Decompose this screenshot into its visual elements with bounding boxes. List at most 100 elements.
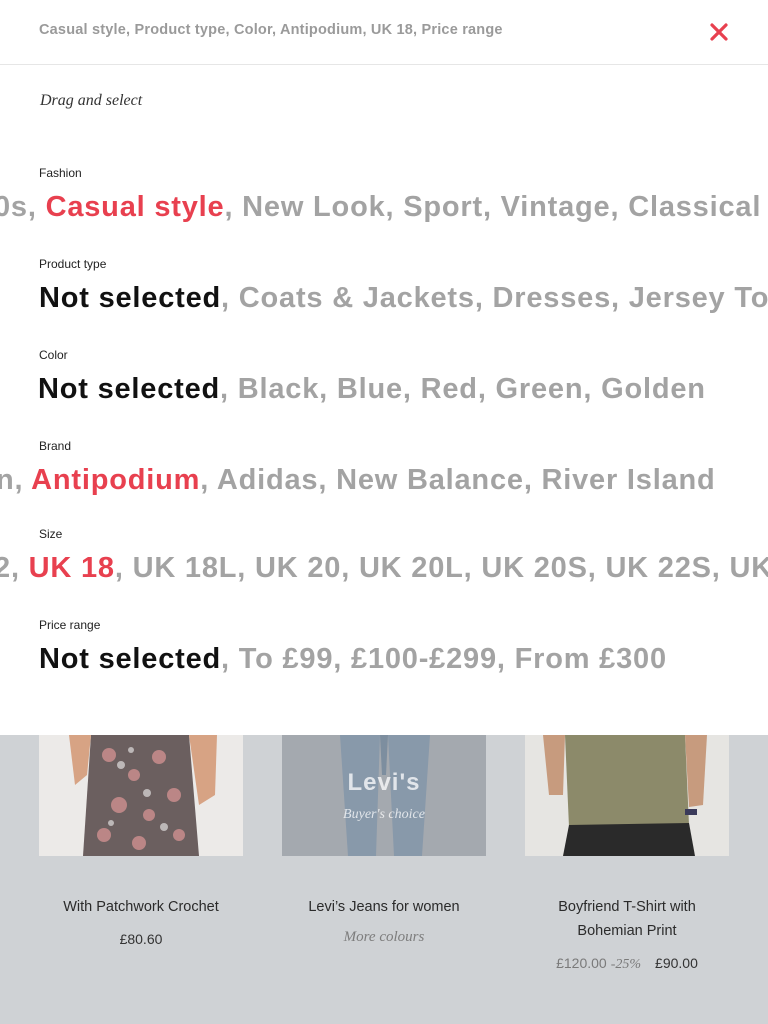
drag-hint: Drag and select: [40, 92, 143, 109]
filter-option-selected[interactable]: Not selected: [39, 643, 221, 675]
filter-option[interactable]: Jersey Top: [629, 282, 768, 314]
separator: ,: [27, 191, 46, 223]
filter-option-track[interactable]: Not selected, Black, Blue, Red, Green, G…: [38, 369, 706, 409]
filter-group-label: Price range: [39, 618, 101, 632]
separator: ,: [10, 552, 29, 584]
filter-option-slider[interactable]: 2, UK 18, UK 18L, UK 20, UK 20L, UK 20S,…: [0, 548, 768, 588]
filter-option-slider[interactable]: 0s, Casual style, New Look, Sport, Vinta…: [0, 187, 768, 227]
filter-option[interactable]: Green: [496, 373, 584, 405]
separator: ,: [114, 552, 133, 584]
filter-option-selected[interactable]: Not selected: [38, 373, 220, 405]
separator: ,: [318, 464, 337, 496]
separator: ,: [402, 373, 421, 405]
filter-option-selected[interactable]: Not selected: [39, 282, 221, 314]
filter-option-slider[interactable]: Not selected, To £99, £100-£299, From £3…: [0, 639, 768, 679]
filter-option[interactable]: n: [0, 464, 15, 496]
product-price: £90.00: [655, 955, 698, 971]
filter-option[interactable]: Blue: [337, 373, 403, 405]
separator: ,: [477, 373, 496, 405]
product-name[interactable]: Levi’s Jeans for women: [282, 895, 486, 919]
product-price: £80.60: [119, 931, 163, 947]
filter-option[interactable]: Black: [238, 373, 319, 405]
filter-option[interactable]: UK 20S: [481, 552, 587, 584]
filter-option-slider[interactable]: Not selected, Coats & Jackets, Dresses, …: [0, 278, 768, 318]
old-price: £120.00: [556, 955, 607, 971]
product-image[interactable]: [525, 735, 729, 856]
filter-option-selected[interactable]: Antipodium: [31, 464, 200, 496]
filter-option-slider[interactable]: Not selected, Black, Blue, Red, Green, G…: [0, 369, 768, 409]
separator: ,: [587, 552, 606, 584]
filter-option[interactable]: £100-£299: [351, 643, 497, 675]
filter-option-track[interactable]: n, Antipodium, Adidas, New Balance, Rive…: [0, 460, 716, 500]
separator: ,: [583, 373, 602, 405]
filter-group-label: Color: [39, 348, 68, 362]
filter-option[interactable]: UK 20: [255, 552, 341, 584]
separator: ,: [711, 552, 730, 584]
filter-option[interactable]: UK 20L: [359, 552, 464, 584]
separator: ,: [463, 552, 482, 584]
separator: ,: [523, 464, 542, 496]
separator: ,: [319, 373, 337, 405]
filter-option[interactable]: 0s: [0, 191, 28, 223]
filter-option-slider[interactable]: n, Antipodium, Adidas, New Balance, Rive…: [0, 460, 768, 500]
separator: ,: [474, 282, 493, 314]
close-button[interactable]: [704, 17, 734, 47]
filter-panel: Casual style, Product type, Color, Antip…: [0, 0, 768, 735]
separator: ,: [610, 191, 629, 223]
filter-option[interactable]: Golden: [601, 373, 706, 405]
product-name[interactable]: Boyfriend T-Shirt with Bohemian Print: [525, 895, 729, 943]
brand-overlay-title: Levi's: [347, 769, 421, 796]
filter-option[interactable]: From £300: [515, 643, 667, 675]
filter-option[interactable]: Red: [421, 373, 478, 405]
discount-badge: -25%: [610, 957, 642, 972]
filter-option[interactable]: Vintage: [501, 191, 611, 223]
separator: ,: [482, 191, 501, 223]
separator: ,: [496, 643, 515, 675]
tshirt-photo: [525, 735, 729, 856]
filter-summary: Casual style, Product type, Color, Antip…: [39, 22, 503, 38]
separator: ,: [224, 191, 243, 223]
filter-option[interactable]: Adidas: [217, 464, 319, 496]
product-image[interactable]: Levi's Buyer's choice: [282, 735, 486, 856]
filter-option[interactable]: UK 22S: [605, 552, 711, 584]
filter-option[interactable]: River Island: [542, 464, 716, 496]
separator: ,: [200, 464, 217, 496]
filter-option[interactable]: To £99: [239, 643, 334, 675]
separator: ,: [220, 373, 238, 405]
filter-option[interactable]: New Balance: [336, 464, 524, 496]
filter-option[interactable]: UK 18L: [133, 552, 238, 584]
filter-option-track[interactable]: Not selected, To £99, £100-£299, From £3…: [39, 639, 667, 679]
filter-option-selected[interactable]: UK 18: [29, 552, 115, 584]
product-price-block: £120.00 -25% £90.00: [525, 955, 729, 973]
separator: ,: [333, 643, 352, 675]
filter-option-track[interactable]: Not selected, Coats & Jackets, Dresses, …: [39, 278, 768, 318]
brand-overlay-subtitle: Buyer's choice: [343, 807, 425, 822]
filter-option-selected[interactable]: Casual style: [46, 191, 225, 223]
filter-option[interactable]: Coats & Jackets: [239, 282, 475, 314]
filter-header: Casual style, Product type, Color, Antip…: [0, 0, 768, 65]
filter-option[interactable]: New Look: [242, 191, 385, 223]
filter-group-label: Fashion: [39, 166, 82, 180]
close-icon: [710, 23, 728, 41]
filter-option[interactable]: Classical s: [628, 191, 768, 223]
filter-option-track[interactable]: 0s, Casual style, New Look, Sport, Vinta…: [0, 187, 768, 227]
filter-group-label: Product type: [39, 257, 107, 271]
separator: ,: [221, 643, 239, 675]
filter-option[interactable]: Dresses: [493, 282, 611, 314]
separator: ,: [341, 552, 359, 584]
separator: ,: [611, 282, 629, 314]
dress-photo: [39, 735, 243, 856]
filter-option[interactable]: Sport: [403, 191, 483, 223]
filter-option-track[interactable]: 2, UK 18, UK 18L, UK 20, UK 20L, UK 20S,…: [0, 548, 768, 588]
product-name-line: Boyfriend T-Shirt with: [558, 899, 696, 915]
product-name-line: Bohemian Print: [577, 923, 677, 939]
product-name[interactable]: With Patchwork Crochet: [39, 895, 243, 919]
filter-option[interactable]: 2: [0, 552, 11, 584]
separator: ,: [237, 552, 256, 584]
separator: ,: [14, 464, 32, 496]
product-image[interactable]: [39, 735, 243, 856]
filter-option[interactable]: UK 2: [730, 552, 768, 584]
separator: ,: [221, 282, 239, 314]
separator: ,: [385, 191, 404, 223]
more-colours-link[interactable]: More colours: [282, 929, 486, 946]
